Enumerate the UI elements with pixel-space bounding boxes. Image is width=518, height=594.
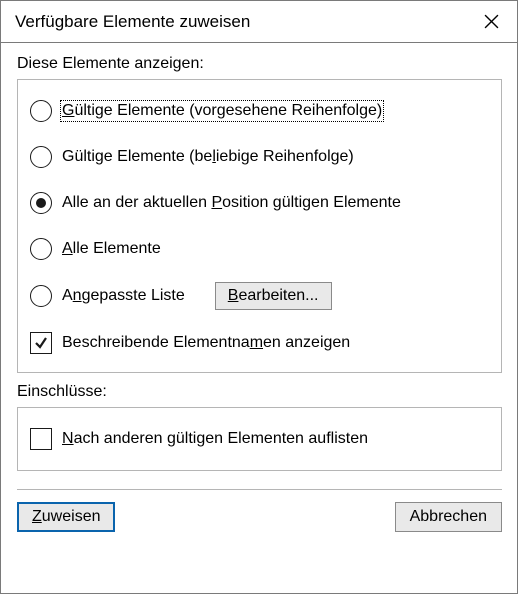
assign-button[interactable]: Zuweisen (17, 502, 115, 532)
checkbox-descriptive-names[interactable]: Beschreibende Elementnamen anzeigen (30, 330, 489, 356)
radio-icon (30, 285, 52, 307)
display-section-label: Diese Elemente anzeigen: (17, 55, 502, 73)
titlebar: Verfügbare Elemente zuweisen (1, 1, 517, 43)
option-custom-list-row: Angepasste Liste Bearbeiten... (30, 282, 489, 310)
dialog-body: Diese Elemente anzeigen: Gültige Element… (1, 43, 517, 593)
dialog-title: Verfügbare Elemente zuweisen (15, 12, 465, 32)
option-label: Gültige Elemente (vorgesehene Reihenfolg… (62, 102, 382, 120)
option-valid-any-order[interactable]: Gültige Elemente (beliebige Reihenfolge) (30, 144, 489, 170)
checkmark-icon (33, 335, 49, 351)
edit-list-button[interactable]: Bearbeiten... (215, 282, 332, 310)
option-valid-at-position[interactable]: Alle an der aktuellen Position gültigen … (30, 190, 489, 216)
display-options-group: Gültige Elemente (vorgesehene Reihenfolg… (17, 79, 502, 373)
dialog-footer: Zuweisen Abbrechen (17, 502, 502, 532)
cancel-button[interactable]: Abbrechen (395, 502, 502, 532)
option-label: Alle an der aktuellen Position gültigen … (62, 194, 401, 212)
option-custom-list[interactable]: Angepasste Liste (30, 285, 185, 307)
option-valid-intended-order[interactable]: Gültige Elemente (vorgesehene Reihenfolg… (30, 98, 489, 124)
close-button[interactable] (465, 1, 517, 43)
close-icon (484, 14, 499, 29)
option-label: Angepasste Liste (62, 287, 185, 305)
radio-icon (30, 100, 52, 122)
checkbox-icon (30, 428, 52, 450)
radio-dot-icon (36, 198, 46, 208)
checkbox-list-after-valid[interactable]: Nach anderen gültigen Elementen aufliste… (30, 426, 489, 452)
includes-section-label: Einschlüsse: (17, 383, 502, 401)
radio-icon (30, 146, 52, 168)
checkbox-icon (30, 332, 52, 354)
dialog-window: Verfügbare Elemente zuweisen Diese Eleme… (0, 0, 518, 594)
radio-icon (30, 192, 52, 214)
checkbox-label: Beschreibende Elementnamen anzeigen (62, 334, 350, 352)
option-label: Alle Elemente (62, 240, 161, 258)
option-all-elements[interactable]: Alle Elemente (30, 236, 489, 262)
radio-icon (30, 238, 52, 260)
option-label: Gültige Elemente (beliebige Reihenfolge) (62, 148, 354, 166)
includes-group: Nach anderen gültigen Elementen aufliste… (17, 407, 502, 471)
separator (17, 489, 502, 490)
checkbox-label: Nach anderen gültigen Elementen aufliste… (62, 430, 368, 448)
